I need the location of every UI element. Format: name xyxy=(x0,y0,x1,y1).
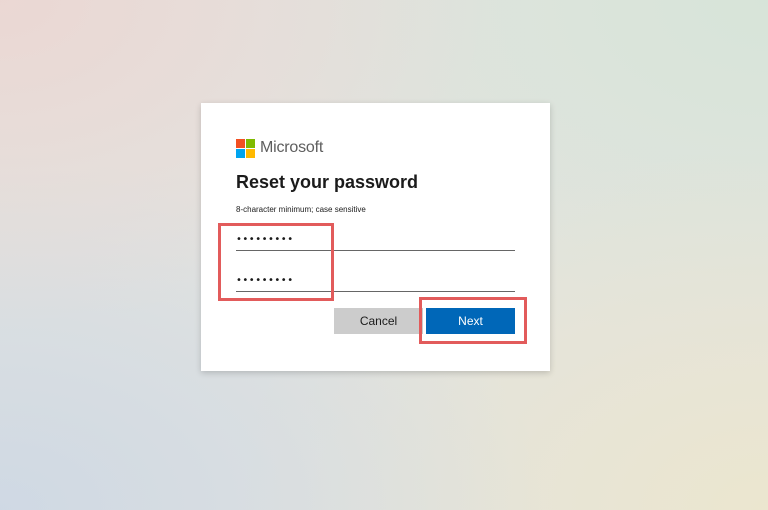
logo-square-green xyxy=(246,138,255,148)
next-button[interactable]: Next xyxy=(426,308,515,334)
page-title: Reset your password xyxy=(236,172,419,192)
confirm-password-field[interactable] xyxy=(236,269,515,292)
reset-password-dialog: Microsoft Reset your password 8-characte… xyxy=(201,103,550,371)
microsoft-logo: Microsoft xyxy=(236,138,323,158)
logo-square-yellow xyxy=(246,148,255,158)
password-requirements-hint: 8-character minimum; case sensitive xyxy=(236,205,366,214)
logo-square-blue xyxy=(236,148,245,158)
brand-name: Microsoft xyxy=(260,139,324,156)
cancel-button[interactable]: Cancel xyxy=(334,308,423,334)
microsoft-logo-icon xyxy=(236,138,255,158)
logo-square-red xyxy=(236,138,245,148)
new-password-field[interactable] xyxy=(236,228,515,251)
